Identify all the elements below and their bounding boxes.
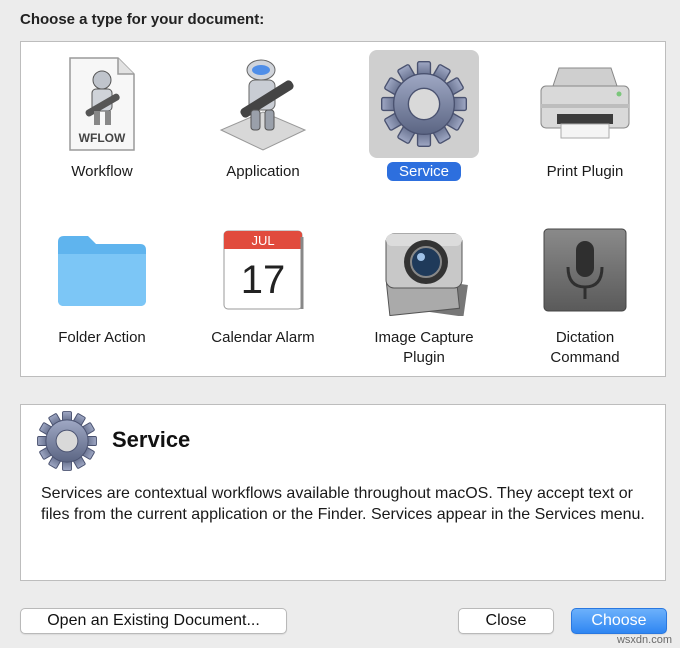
- camera-icon: [369, 216, 479, 324]
- watermark: wsxdn.com: [616, 634, 672, 646]
- gear-icon: [35, 409, 99, 478]
- type-service[interactable]: Service: [349, 44, 499, 202]
- workflow-document-icon: WFLOW: [47, 50, 157, 158]
- automator-robot-icon: [208, 50, 318, 158]
- dialog-heading: Choose a type for your document:: [20, 11, 265, 28]
- printer-icon: [530, 50, 640, 158]
- open-existing-document-button[interactable]: Open an Existing Document...: [20, 608, 287, 634]
- microphone-icon: [530, 216, 640, 324]
- type-label: Image Capture Plugin: [374, 329, 474, 366]
- calendar-month: JUL: [251, 233, 274, 248]
- close-button[interactable]: Close: [458, 608, 554, 634]
- choose-button[interactable]: Choose: [571, 608, 667, 634]
- type-workflow[interactable]: WFLOW Workflow: [27, 44, 177, 202]
- type-image-capture-plugin[interactable]: Image Capture Plugin: [349, 210, 499, 368]
- type-print-plugin[interactable]: Print Plugin: [510, 44, 660, 202]
- calendar-day: 17: [241, 258, 286, 302]
- folder-icon: [47, 216, 157, 324]
- gear-icon: [369, 50, 479, 158]
- description-text: Services are contextual workflows availa…: [41, 485, 645, 523]
- type-label: Application: [226, 163, 300, 180]
- type-label: Calendar Alarm: [211, 329, 315, 346]
- type-label: Workflow: [71, 163, 133, 180]
- type-label: Service: [386, 162, 462, 181]
- workflow-badge: WFLOW: [79, 131, 126, 145]
- type-folder-action[interactable]: Folder Action: [27, 210, 177, 368]
- type-label: Folder Action: [58, 329, 146, 346]
- type-application[interactable]: Application: [188, 44, 338, 202]
- document-type-grid: WFLOW Workflow Application Service Print…: [20, 41, 666, 377]
- description-title: Service: [112, 427, 191, 452]
- calendar-icon: JUL 17: [208, 216, 318, 324]
- type-label: Print Plugin: [546, 163, 624, 180]
- type-dictation-command[interactable]: Dictation Command: [510, 210, 660, 368]
- description-panel: Service Services are contextual workflow…: [20, 404, 666, 581]
- type-label: Dictation Command: [550, 329, 620, 366]
- type-calendar-alarm[interactable]: JUL 17 Calendar Alarm: [188, 210, 338, 368]
